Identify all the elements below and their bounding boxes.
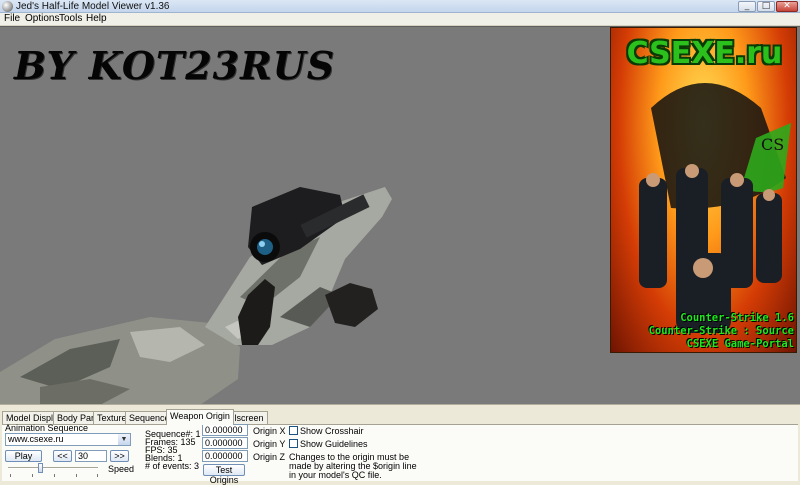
title-bar[interactable]: Jed's Half-Life Model Viewer v1.36 _ □ ✕ [0,0,800,13]
menu-options[interactable]: Options [25,13,59,25]
app-icon [2,1,13,12]
frame-input[interactable]: 30 [75,450,107,462]
model-viewport[interactable]: BY KOT23RUS CS CSEXE.ru Counter-Strike 1… [0,26,800,404]
origin-x-label: Origin X [253,426,286,436]
app-window: Jed's Half-Life Model Viewer v1.36 _ □ ✕… [0,0,800,485]
origin-z-label: Origin Z [253,452,286,462]
prev-frame-button[interactable]: << [53,450,72,462]
speed-slider-thumb[interactable] [37,463,43,473]
speed-label: Speed [108,464,135,474]
origin-y-label: Origin Y [253,439,286,449]
origin-note-line-3: in your model's QC file. [289,470,382,480]
close-button[interactable]: ✕ [776,1,798,12]
next-frame-button[interactable]: >> [110,450,129,462]
animation-sequence-label: Animation Sequence [5,423,89,433]
chevron-down-icon[interactable]: ▼ [118,434,130,445]
csexe-banner: CS CSEXE.ru Counter-Strike 1.6 Counter-S… [610,27,797,353]
menu-help[interactable]: Help [86,13,107,25]
menu-file[interactable]: File [4,13,20,25]
play-button[interactable]: Play [5,450,42,462]
show-crosshair-checkbox[interactable] [289,426,298,435]
banner-tagline-1: Counter-Strike 1.6 [680,312,794,324]
cs-badge-text: CS [761,135,784,154]
origin-z-input[interactable]: 0.000000 [202,450,248,462]
events-count: # of events: 3 [145,461,200,471]
tab-weapon-origin[interactable]: Weapon Origin [166,409,234,425]
show-guidelines-label: Show Guidelines [300,439,368,449]
banner-tagline-3: CSEXE Game-Portal [686,338,794,350]
origin-x-input[interactable]: 0.000000 [202,424,248,436]
window-title: Jed's Half-Life Model Viewer v1.36 [16,1,170,12]
speed-slider-track[interactable] [8,467,98,469]
banner-title: CSEXE.ru [626,36,783,71]
show-guidelines-checkbox[interactable] [289,439,298,448]
menu-tools[interactable]: Tools [59,13,82,25]
author-watermark: BY KOT23RUS [14,43,336,88]
menu-bar: File Options Tools Help [0,13,800,26]
banner-artwork: CS [639,83,791,333]
animation-sequence-select[interactable]: www.csexe.ru ▼ [5,433,131,446]
test-origins-button[interactable]: Test Origins [203,464,245,485]
animation-sequence-value: www.csexe.ru [8,434,64,444]
show-crosshair-label: Show Crosshair [300,426,364,436]
origin-y-input[interactable]: 0.000000 [202,437,248,449]
minimize-button[interactable]: _ [738,1,756,12]
maximize-button[interactable]: □ [757,1,775,12]
banner-tagline-2: Counter-Strike : Source [648,325,794,337]
